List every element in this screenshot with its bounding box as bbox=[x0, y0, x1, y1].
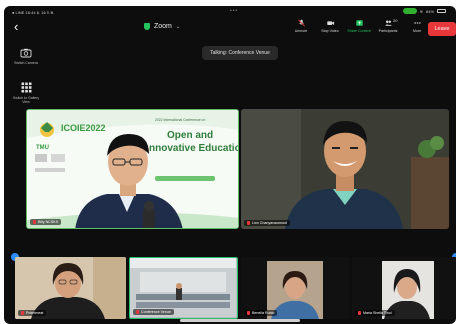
battery-icon bbox=[437, 9, 446, 13]
participant-name: Billy NCSKS bbox=[38, 220, 58, 224]
mic-muted-icon bbox=[33, 220, 36, 224]
participant-name-tag: Maria Sheila Tinol bbox=[355, 310, 395, 316]
app-title: Zoom bbox=[154, 23, 172, 30]
gallery-grid-icon bbox=[21, 82, 31, 93]
talking-indicator: Talking: Conference Venue bbox=[202, 46, 278, 60]
participant-name: Benella Rubio bbox=[252, 311, 275, 315]
slide-org: TMU bbox=[36, 145, 49, 151]
participant-name: Poemmeat bbox=[26, 311, 44, 315]
wifi-icon: ≋ bbox=[419, 8, 423, 14]
strip-tile-2-active[interactable]: Conference Venue bbox=[129, 257, 238, 319]
strip-tile-1[interactable]: Poemmeat bbox=[15, 257, 126, 319]
participant-name-tag: Billy NCSKS bbox=[30, 219, 61, 225]
unmute-button[interactable]: Unmute bbox=[289, 19, 313, 33]
participants-button[interactable]: 20 Participants bbox=[376, 18, 400, 33]
more-icon bbox=[413, 22, 421, 24]
participant-name: Conference Venue bbox=[141, 310, 171, 314]
share-icon bbox=[355, 20, 363, 26]
chevron-left-icon[interactable]: ‹ bbox=[14, 20, 18, 33]
battery-percent: 84% bbox=[425, 8, 434, 14]
video-icon bbox=[326, 21, 334, 25]
stop-video-button[interactable]: Stop Video bbox=[318, 19, 342, 33]
mic-muted-icon bbox=[247, 311, 250, 315]
presenter-video bbox=[27, 110, 238, 228]
meeting-toolbar: Unmute Stop Video Share Content 20 Parti… bbox=[289, 18, 429, 33]
slide-heading-line1: Open and bbox=[167, 130, 214, 141]
participant-video bbox=[241, 109, 449, 229]
camera-in-use-indicator bbox=[402, 8, 417, 14]
participant-name-tag: Poemmeat bbox=[18, 310, 47, 316]
mic-muted-icon bbox=[21, 311, 24, 315]
mic-muted-icon bbox=[358, 311, 361, 315]
share-content-label: Share Content bbox=[347, 29, 371, 33]
slide-heading-line2: nnovative Education bbox=[149, 143, 239, 154]
slide-heading-small: 2022 International Conference on bbox=[155, 118, 206, 122]
participants-icon bbox=[384, 20, 392, 26]
meeting-title[interactable]: Zoom ⌄ bbox=[144, 23, 180, 30]
video-tile-presenter[interactable]: ICOIE2022 TMU 2022 International Confere… bbox=[26, 109, 239, 229]
strip-tile-4[interactable]: Maria Sheila Tinol bbox=[352, 257, 456, 319]
camera-switch-icon bbox=[20, 48, 32, 58]
mic-muted-icon bbox=[297, 19, 305, 27]
slide-logo: ICOIE2022 bbox=[61, 123, 106, 133]
switch-camera-label: Switch Camera bbox=[14, 61, 38, 65]
home-indicator[interactable] bbox=[180, 319, 300, 322]
zoom-window: ● LINE 16:44 อ. 16 ก.พ. ••• ≋ 84% ‹ Zoom… bbox=[4, 6, 456, 324]
switch-camera-button[interactable]: Switch Camera bbox=[10, 48, 42, 65]
leave-button[interactable]: Leave bbox=[428, 22, 456, 36]
gallery-view-button[interactable]: Switch to Gallery View bbox=[10, 82, 42, 104]
participants-count: 20 bbox=[393, 18, 398, 23]
chevron-down-icon: ⌄ bbox=[175, 23, 181, 30]
status-bar-right: ≋ 84% bbox=[402, 8, 446, 14]
participant-name-tag: Conference Venue bbox=[133, 309, 174, 315]
mic-muted-icon bbox=[247, 221, 250, 225]
participants-label: Participants bbox=[378, 29, 398, 33]
shield-icon bbox=[144, 23, 150, 30]
mic-muted-icon bbox=[136, 310, 139, 314]
participant-name-tag: Lion Chanyavaonnoot bbox=[244, 220, 290, 226]
multitask-dots[interactable]: ••• bbox=[230, 8, 238, 14]
video-tile-participant[interactable]: Lion Chanyavaonnoot bbox=[241, 109, 449, 229]
more-button[interactable]: More bbox=[405, 19, 429, 33]
strip-tile-3[interactable]: Benella Rubio bbox=[241, 257, 349, 319]
participant-name-tag: Benella Rubio bbox=[244, 310, 278, 316]
status-bar-left: ● LINE 16:44 อ. 16 ก.พ. bbox=[12, 10, 55, 15]
participant-name: Maria Sheila Tinol bbox=[363, 311, 392, 315]
stop-video-label: Stop Video bbox=[321, 29, 339, 33]
share-content-button[interactable]: Share Content bbox=[347, 19, 371, 33]
more-label: More bbox=[412, 29, 422, 33]
gallery-view-label: Switch to Gallery View bbox=[12, 96, 40, 105]
participant-name: Lion Chanyavaonnoot bbox=[252, 221, 287, 225]
unmute-label: Unmute bbox=[294, 29, 308, 33]
